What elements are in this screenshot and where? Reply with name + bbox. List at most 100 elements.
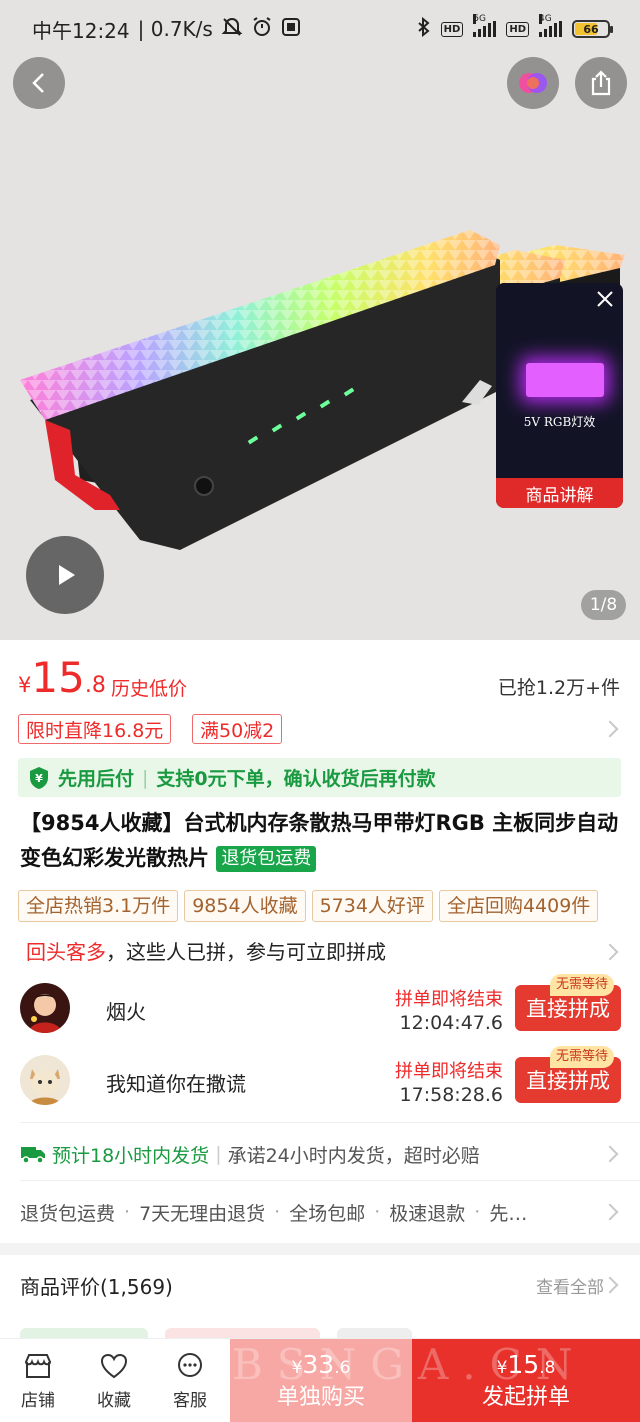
app-notification-icon [281,17,301,42]
group-label: 发起拼单 [481,1384,570,1410]
price-tag: 历史低价 [111,678,188,700]
live-icon [519,73,547,93]
service-item: 退货包运费 [20,1202,116,1225]
free-return-tag: 退货包运费 [216,846,317,872]
sold-count: 已抢1.2万+件 [497,677,620,699]
pay-later-separator: | [142,766,149,789]
pip-explain-label[interactable]: 商品讲解 [496,478,623,508]
customer-service-label: 客服 [173,1390,207,1411]
group-buy-title[interactable]: 回头客多，这些人已拼，参与可立即拼成 [26,936,386,965]
service-guarantees[interactable]: 退货包运费 · 7天无理由退货 · 全场包邮 · 极速退款 · 先… [0,1192,640,1232]
solo-price-currency: ¥ [291,1357,303,1378]
pay-later-title: 先用后付 [58,768,135,790]
group-status: 拼单即将结束 [395,989,503,1010]
shipping-estimate: 预计18小时内发货 [52,1144,210,1167]
pay-later-banner[interactable]: ¥ 先用后付 | 支持0元下单，确认收货后再付款 [18,758,621,797]
coupon-row[interactable]: 限时直降16.8元 满50减2 [0,711,640,747]
group-countdown: 17:58:28.6 [399,1084,503,1106]
gallery-page-indicator: 1/8 [581,590,626,620]
service-item: 全场包邮 [289,1202,366,1225]
section-gap [0,1243,640,1255]
sim2-gen-label: 4G [539,14,552,24]
shield-icon: ¥ [30,766,48,789]
badge-store-sales: 全店热销3.1万件 [18,890,179,922]
store-button[interactable]: 店铺 [0,1339,76,1422]
shipping-row[interactable]: 预计18小时内发货 | 承诺24小时内发货，超时必赔 [0,1132,640,1176]
service-item: 极速退款 [389,1202,466,1225]
chevron-right-icon [601,720,619,738]
no-wait-badge: 无需等待 [550,974,615,996]
truck-icon [21,1147,45,1164]
close-icon [597,291,613,307]
play-video-button[interactable] [26,536,104,614]
pay-later-desc: 支持0元下单，确认收货后再付款 [156,768,436,790]
back-button[interactable] [13,57,65,109]
product-title: 【9854人收藏】台式机内存条散热马甲带灯RGB 主板同步自动变色幻彩发光散热片… [20,806,624,876]
pip-video-frame [526,363,604,397]
store-label: 店铺 [21,1390,55,1411]
customer-service-button[interactable]: 客服 [152,1339,228,1422]
group-countdown: 12:04:47.6 [399,1012,503,1034]
pip-close-button[interactable] [593,287,617,311]
shipping-promise: 承诺24小时内发货，超时必赔 [227,1144,480,1167]
price-integer: 15 [31,653,85,702]
solo-label: 单独购买 [276,1384,365,1410]
favorite-button[interactable]: 收藏 [76,1339,152,1422]
sim1-gen-label: 5G [473,14,487,24]
chat-icon [178,1352,202,1377]
buy-alone-button[interactable]: ¥33.6 单独购买 [230,1339,412,1422]
group-buy-highlight: 回头客多 [26,940,106,964]
svg-text:¥: ¥ [35,772,43,785]
shipping-separator: | [215,1143,222,1165]
heart-icon [100,1353,128,1378]
badge-good-reviews: 5734人好评 [311,890,433,922]
hd-badge-2: HD [506,21,529,37]
solo-price-integer: 33 [302,1349,335,1379]
service-item: 7天无理由退货 [139,1202,266,1225]
live-explain-pip[interactable]: 5V RGB灯效 商品讲解 [496,283,623,508]
start-group-buy-button[interactable]: ¥15.8 发起拼单 [412,1339,640,1422]
coupon-direct-discount[interactable]: 限时直降16.8元 [18,714,172,744]
divider [20,1122,640,1123]
group-member-name: 烟火 [106,1000,146,1024]
view-all-reviews-link[interactable]: 查看全部 [536,1273,604,1298]
status-bar: 中午12:24 | 0.7K/s HD 5G HD 4G 66 [0,0,640,58]
product-gallery[interactable]: 中午12:24 | 0.7K/s HD 5G HD 4G 66 5V RGB灯效… [0,0,640,640]
chevron-right-icon [601,943,619,961]
group-price-integer: 15 [507,1349,540,1379]
signal-5g-icon: 5G [473,14,497,37]
live-button[interactable] [507,57,559,109]
group-member-name: 我知道你在撒谎 [106,1072,246,1096]
group-price: ¥15.8 [497,1350,556,1383]
hd-badge-1: HD [440,21,464,37]
price-decimal: .8 [84,673,106,698]
sales-badges: 全店热销3.1万件 9854人收藏 5734人好评 全店回购4409件 [18,890,640,924]
group-price-decimal: .8 [539,1357,556,1378]
avatar [20,983,70,1033]
store-icon [24,1353,52,1378]
bluetooth-icon [417,16,431,41]
service-item: 先… [489,1202,528,1225]
chevron-right-icon [601,1276,619,1294]
coupon-threshold[interactable]: 满50减2 [192,714,283,744]
solo-price: ¥33.6 [292,1350,351,1383]
group-status: 拼单即将结束 [395,1061,503,1082]
badge-repurchase: 全店回购4409件 [438,890,599,922]
reviews-header[interactable]: 商品评价(1,569) 查看全部 [0,1255,640,1313]
product-title-text: 【9854人收藏】台式机内存条散热马甲带灯RGB 主板同步自动变色幻彩发光散热片 [20,811,619,870]
divider [20,1180,640,1181]
group-buy-item: 我知道你在撒谎 拼单即将结束 17:58:28.6 直接拼成 无需等待 [0,1046,640,1118]
pip-caption: 5V RGB灯效 [523,415,596,429]
status-time: 中午12:24 [32,18,130,43]
no-wait-badge: 无需等待 [550,1046,615,1068]
badge-favorites: 9854人收藏 [184,890,306,922]
share-button[interactable] [575,57,627,109]
battery-level: 66 [583,22,599,36]
bottom-action-bar: 店铺 收藏 客服 ¥33.6 单独购买 ¥15.8 发起拼单 [0,1338,640,1422]
share-icon [591,70,611,96]
alarm-icon [251,16,273,43]
price-currency: ¥ [18,673,32,697]
chevron-right-icon [601,1145,619,1163]
solo-price-decimal: .6 [334,1357,351,1378]
mute-icon [221,16,243,43]
